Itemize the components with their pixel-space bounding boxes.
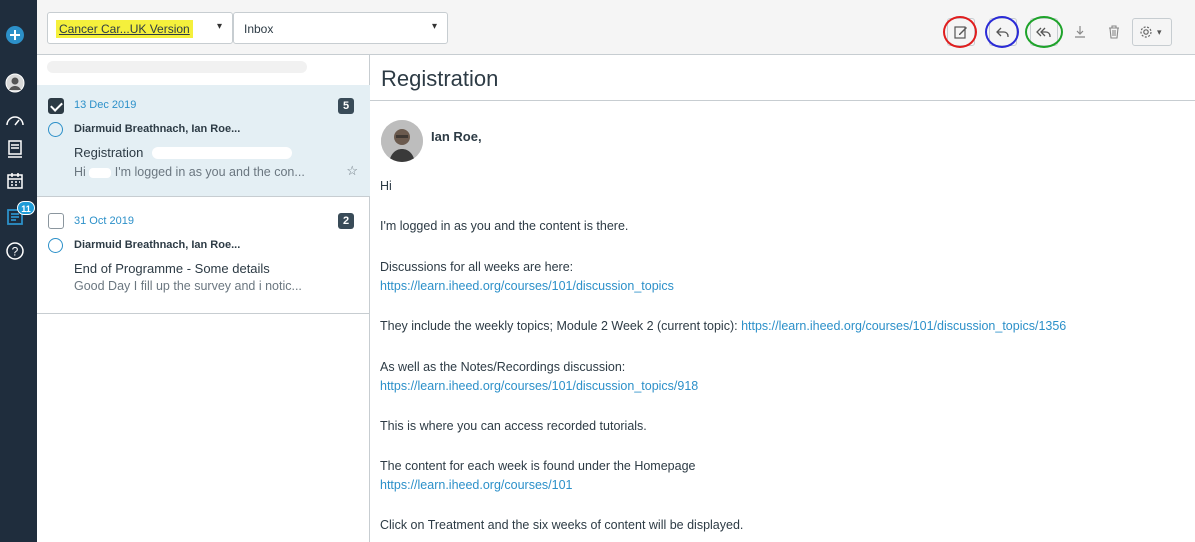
message-greeting: Hi: [380, 179, 392, 193]
course-filter-select[interactable]: Cancer Car...UK Version ▾: [47, 12, 233, 44]
star-icon[interactable]: ☆: [346, 163, 358, 179]
message-paragraph: Discussions for all weeks are here:: [380, 260, 574, 274]
redacted-area: [152, 147, 292, 159]
message-paragraph: I'm logged in as you and the content is …: [380, 219, 629, 233]
message-link[interactable]: https://learn.iheed.org/courses/101/disc…: [380, 279, 674, 293]
conversation-subject: End of Programme - Some details: [74, 261, 270, 276]
message-count-badge: 2: [338, 213, 354, 229]
message-author[interactable]: Ian Roe,: [431, 129, 482, 144]
message-paragraph: They include the weekly topics; Module 2…: [380, 319, 1066, 333]
reply-icon: [996, 27, 1009, 37]
conversation-list: 13 Dec 2019 5 Diarmuid Breathnach, Ian R…: [37, 55, 370, 542]
current-topic-link[interactable]: https://learn.iheed.org/courses/101/disc…: [741, 319, 1066, 333]
account-avatar-icon[interactable]: [4, 72, 26, 94]
conversation-date: 13 Dec 2019: [74, 99, 137, 111]
message-paragraph: This is where you can access recorded tu…: [380, 419, 647, 433]
compose-button[interactable]: [947, 18, 975, 46]
preview-greeting: Hi: [74, 165, 86, 179]
discussion-topics-link[interactable]: https://learn.iheed.org/courses/101/disc…: [380, 279, 674, 293]
chevron-down-icon: ▾: [1157, 26, 1162, 37]
calendar-icon[interactable]: [4, 170, 26, 192]
redacted-area: [89, 167, 112, 178]
add-icon[interactable]: [4, 24, 26, 46]
mailbox-value: Inbox: [244, 22, 274, 36]
message-view: Registration Ian Roe, Hi I'm logged in a…: [370, 55, 1195, 542]
delete-button[interactable]: [1100, 18, 1128, 46]
chevron-down-icon: ▾: [216, 21, 222, 32]
archive-icon: [1075, 26, 1085, 38]
inbox-unread-badge: 11: [17, 201, 35, 215]
chevron-down-icon: ▾: [431, 21, 437, 32]
select-checkbox[interactable]: [48, 213, 64, 229]
message-paragraph: Click on Treatment and the six weeks of …: [380, 518, 744, 532]
message-link[interactable]: https://learn.iheed.org/courses/101: [380, 478, 572, 492]
reply-all-icon: [1036, 27, 1051, 37]
mailbox-select[interactable]: Inbox ▾: [233, 12, 448, 44]
svg-text:?: ?: [12, 245, 19, 259]
trash-icon: [1109, 25, 1119, 39]
global-nav: 11 ?: [0, 0, 37, 542]
message-paragraph: As well as the Notes/Recordings discussi…: [380, 360, 626, 374]
read-status-toggle[interactable]: [48, 122, 63, 137]
message-paragraph: The content for each week is found under…: [380, 459, 696, 473]
dashboard-icon[interactable]: [4, 110, 26, 132]
inbox-toolbar: Cancer Car...UK Version ▾ Inbox ▾ ▾: [37, 0, 1195, 55]
conversation-participants: Diarmuid Breathnach, Ian Roe...: [74, 239, 241, 251]
course-homepage-link[interactable]: https://learn.iheed.org/courses/101: [380, 478, 572, 492]
conversation-item[interactable]: 31 Oct 2019 2 Diarmuid Breathnach, Ian R…: [37, 197, 370, 314]
courses-icon[interactable]: [4, 138, 26, 160]
read-status-toggle[interactable]: [48, 238, 63, 253]
archive-button[interactable]: [1066, 18, 1094, 46]
conversation-subject: Registration: [74, 145, 144, 160]
course-filter-value: Cancer Car...UK Version: [56, 20, 193, 38]
select-checkbox[interactable]: [48, 98, 64, 114]
preview-text: I'm logged in as you and the con...: [114, 165, 305, 179]
message-count-badge: 5: [338, 98, 354, 114]
message-title: Registration: [381, 66, 499, 91]
redacted-area: [47, 61, 307, 73]
compose-icon: [954, 26, 967, 39]
conversation-item[interactable]: 13 Dec 2019 5 Diarmuid Breathnach, Ian R…: [37, 85, 370, 197]
conversation-participants: Diarmuid Breathnach, Ian Roe...: [74, 123, 241, 135]
conversation-preview: Hi I'm logged in as you and the con...: [74, 165, 305, 179]
divider: [370, 100, 1195, 101]
message-link[interactable]: https://learn.iheed.org/courses/101/disc…: [380, 379, 698, 393]
gear-icon: [1140, 26, 1152, 38]
conversation-date: 31 Oct 2019: [74, 215, 134, 227]
paragraph-text: They include the weekly topics; Module 2…: [380, 319, 742, 333]
settings-menu-button[interactable]: ▾: [1132, 18, 1172, 46]
recordings-discussion-link[interactable]: https://learn.iheed.org/courses/101/disc…: [380, 379, 698, 393]
help-icon[interactable]: ?: [4, 240, 26, 262]
reply-all-button[interactable]: [1030, 18, 1058, 46]
conversation-preview: Good Day I fill up the survey and i noti…: [74, 279, 302, 293]
author-avatar[interactable]: [381, 120, 423, 162]
reply-button[interactable]: [989, 18, 1017, 46]
